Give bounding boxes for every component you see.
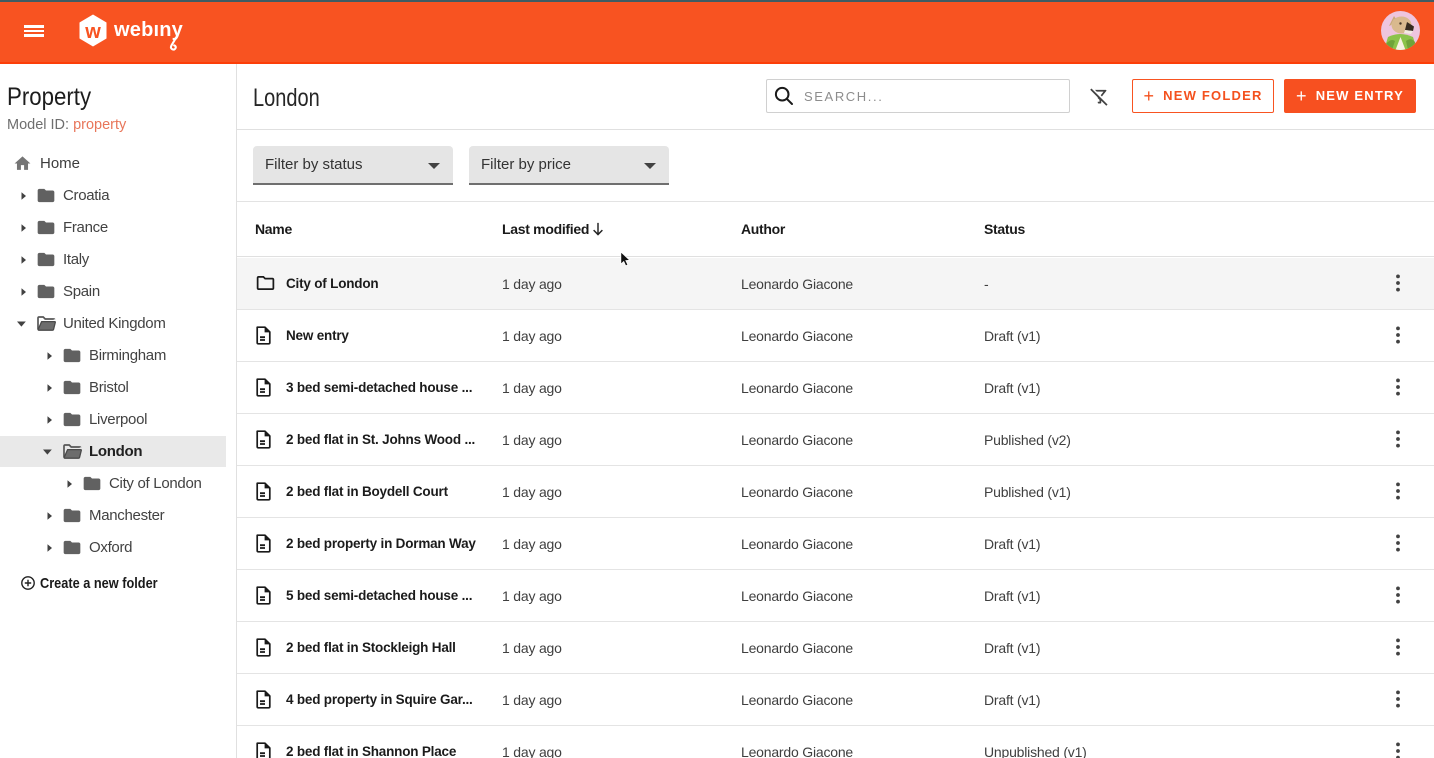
svg-text:w: w <box>84 21 101 43</box>
